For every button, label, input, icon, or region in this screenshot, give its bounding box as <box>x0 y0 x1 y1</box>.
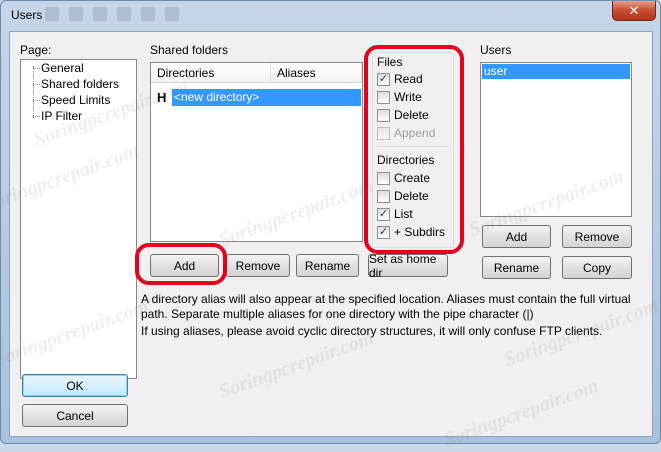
checkbox-label: Read <box>394 72 423 86</box>
checkbox-label: List <box>394 207 413 221</box>
faded-toolbar-icon <box>69 7 83 21</box>
home-directory-marker: H <box>157 90 167 105</box>
copy-user-label: Copy <box>582 260 611 275</box>
directory-row[interactable]: <new directory> <box>172 89 361 106</box>
cancel-button[interactable]: Cancel <box>22 404 128 427</box>
tree-connector <box>33 68 40 69</box>
titlebar-faded-icons <box>45 7 179 21</box>
checkbox-label: Write <box>394 90 422 104</box>
checkbox-label: Create <box>394 171 431 185</box>
rename-user-button[interactable]: Rename <box>482 256 551 279</box>
alias-info-line-1: A directory alias will also appear at th… <box>141 292 631 306</box>
checkbox-box <box>377 90 390 104</box>
checkbox-label: Delete <box>394 189 429 203</box>
remove-user-label: Remove <box>574 229 620 244</box>
tree-connector <box>33 100 40 101</box>
rename-directory-button[interactable]: Rename <box>296 254 359 277</box>
user-name: user <box>484 64 508 78</box>
shared-folders-list-header: Directories Aliases <box>151 63 362 83</box>
alias-info-line-2: path. Separate multiple aliases for one … <box>141 307 534 321</box>
column-header-directories[interactable]: Directories <box>151 63 271 83</box>
tree-connector <box>33 84 40 85</box>
alias-info-line-3: If using aliases, please avoid cyclic di… <box>141 324 603 338</box>
checkbox-box: ✓ <box>377 72 390 86</box>
tree-connector <box>33 66 34 118</box>
tree-item-ip-filter[interactable]: IP Filter <box>41 109 82 123</box>
users-list[interactable]: user <box>480 62 632 217</box>
checkbox-dir-delete[interactable]: Delete <box>377 189 429 203</box>
window-title: Users <box>11 8 43 22</box>
users-dialog-window: Users ✕ Page: General Shared folders Spe… <box>0 0 661 451</box>
tree-item-speed-limits[interactable]: Speed Limits <box>41 93 110 107</box>
remove-directory-label: Remove <box>235 258 281 273</box>
group-separator <box>377 146 449 147</box>
checkbox-dir-create[interactable]: Create <box>377 171 430 185</box>
checkbox-box: ✓ <box>377 207 390 221</box>
close-icon: ✕ <box>628 2 640 18</box>
rename-directory-label: Rename <box>304 258 351 273</box>
checkbox-label: + Subdirs <box>394 225 446 239</box>
remove-user-button[interactable]: Remove <box>562 225 632 248</box>
remove-directory-button[interactable]: Remove <box>226 254 290 277</box>
shared-folders-list[interactable]: Directories Aliases H <new directory> <box>150 62 363 242</box>
faded-toolbar-icon <box>141 7 155 21</box>
column-header-aliases[interactable]: Aliases <box>271 63 362 83</box>
shared-folders-label: Shared folders <box>150 43 229 57</box>
set-home-dir-label: Set as home dir <box>369 251 437 280</box>
watermark: Soringpcrepair.com <box>440 374 602 452</box>
rename-user-label: Rename <box>493 260 540 275</box>
ok-button[interactable]: OK <box>22 374 128 397</box>
checkbox-file-write[interactable]: Write <box>377 90 422 104</box>
checkbox-label: Append <box>394 126 436 140</box>
checkbox-file-delete[interactable]: Delete <box>377 108 429 122</box>
tree-connector <box>33 116 40 117</box>
add-user-button[interactable]: Add <box>482 225 551 248</box>
checkbox-box <box>377 108 390 122</box>
checkbox-dir-subdirs[interactable]: ✓ + Subdirs <box>377 225 445 239</box>
title-bar[interactable]: Users ✕ <box>1 1 660 31</box>
directories-group-label: Directories <box>377 153 435 167</box>
checkbox-box: ✓ <box>377 225 390 239</box>
tree-item-general[interactable]: General <box>41 61 84 75</box>
checkbox-box <box>377 126 390 140</box>
checkbox-file-read[interactable]: ✓ Read <box>377 72 423 86</box>
tree-item-shared-folders[interactable]: Shared folders <box>41 77 119 91</box>
ok-label: OK <box>66 378 84 393</box>
faded-toolbar-icon <box>45 7 59 21</box>
add-directory-label: Add <box>173 258 196 273</box>
page-label: Page: <box>20 43 52 57</box>
checkbox-label: Delete <box>394 108 429 122</box>
users-label: Users <box>480 43 512 57</box>
checkbox-file-append: Append <box>377 126 435 140</box>
set-home-dir-button[interactable]: Set as home dir <box>368 251 448 280</box>
directory-name: <new directory> <box>174 90 260 104</box>
checkbox-box <box>377 171 390 185</box>
checkbox-box <box>377 189 390 203</box>
checkbox-dir-list[interactable]: ✓ List <box>377 207 413 221</box>
copy-user-button[interactable]: Copy <box>562 256 632 279</box>
watermark: Soringpcrepair.com <box>215 326 377 404</box>
faded-toolbar-icon <box>93 7 107 21</box>
add-directory-button[interactable]: Add <box>150 254 219 277</box>
cancel-label: Cancel <box>56 408 94 423</box>
page-tree[interactable]: General Shared folders Speed Limits IP F… <box>20 59 137 379</box>
dialog-client-area: Page: General Shared folders Speed Limit… <box>0 31 661 451</box>
add-user-label: Add <box>505 229 528 244</box>
user-list-item[interactable]: user <box>482 64 630 79</box>
faded-toolbar-icon <box>165 7 179 21</box>
faded-toolbar-icon <box>117 7 131 21</box>
close-button[interactable]: ✕ <box>612 1 656 21</box>
files-group-label: Files <box>377 55 403 69</box>
